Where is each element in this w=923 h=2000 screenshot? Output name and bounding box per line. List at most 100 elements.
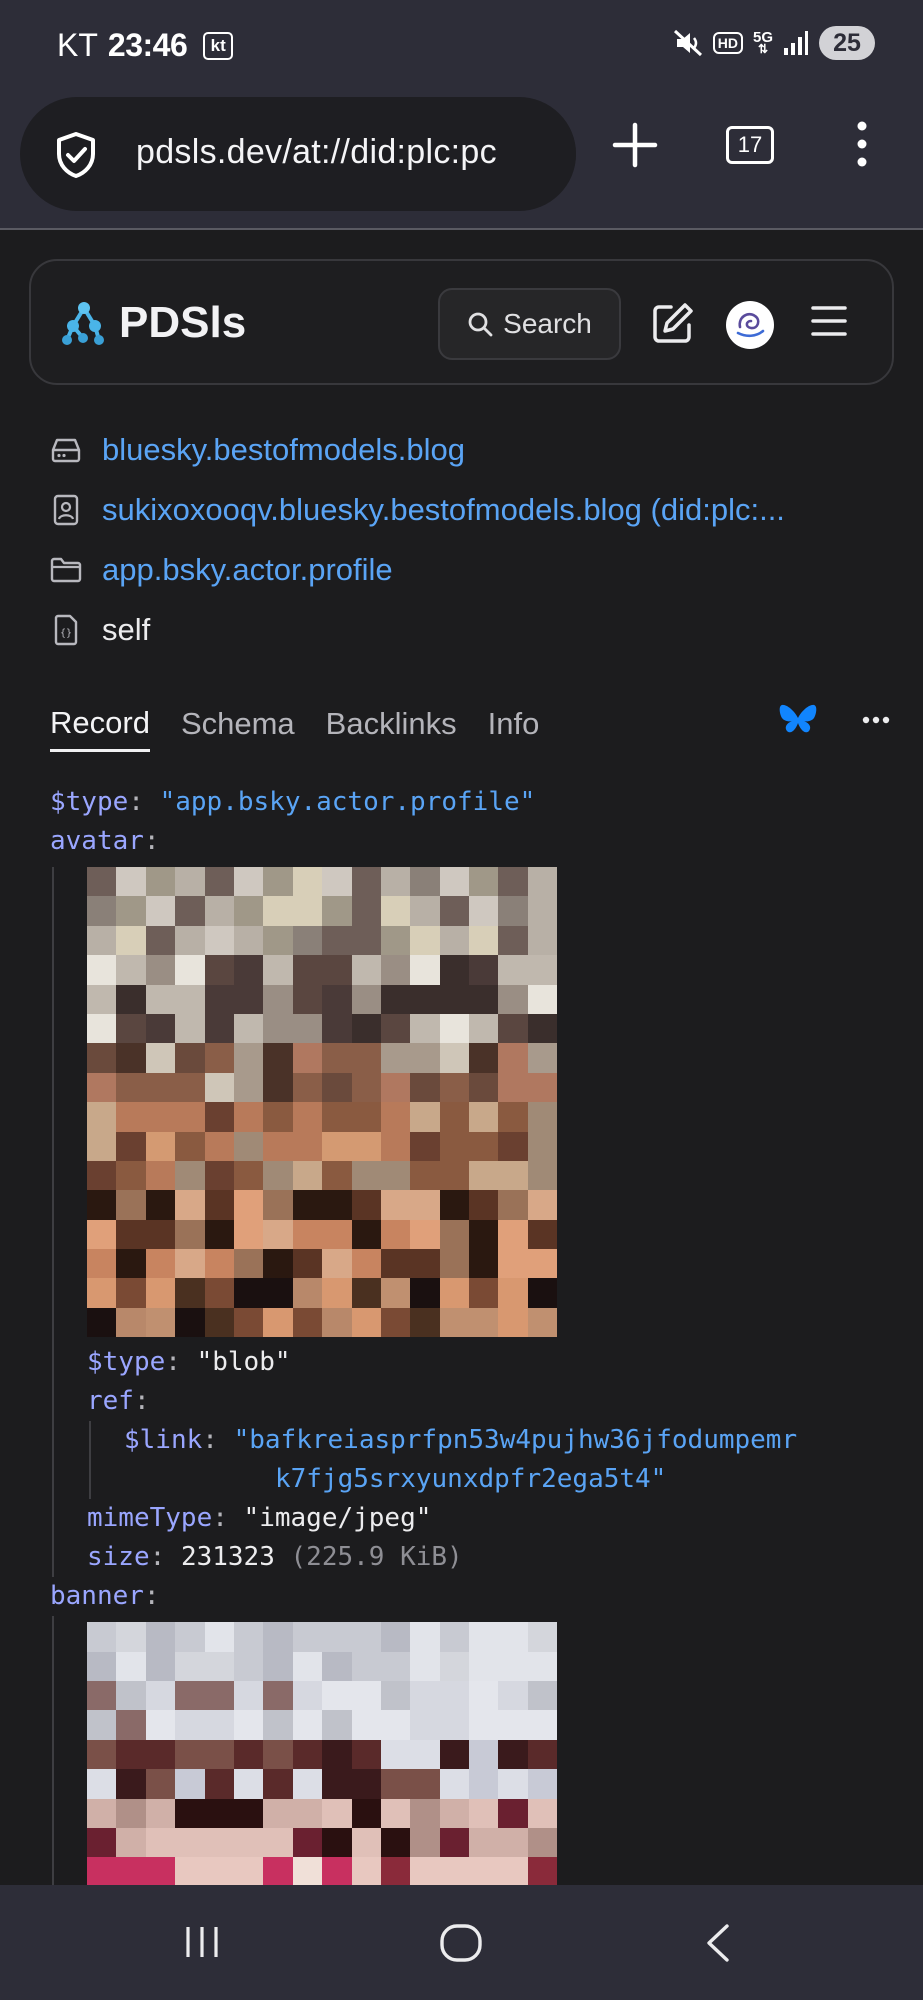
image-mosaic-cell — [116, 1249, 146, 1279]
more-options-icon[interactable] — [862, 716, 890, 724]
image-mosaic-cell — [175, 1827, 205, 1858]
shield-icon[interactable] — [54, 131, 98, 179]
image-mosaic-cell — [439, 1739, 470, 1770]
signal-icon — [784, 31, 808, 55]
image-mosaic-cell — [116, 1827, 146, 1858]
account-avatar-icon — [736, 312, 765, 338]
image-mosaic-cell — [292, 1072, 323, 1103]
image-mosaic-cell — [175, 1857, 205, 1887]
back-icon[interactable] — [703, 1923, 733, 1963]
tab-switcher-button[interactable]: 17 — [726, 126, 774, 164]
image-mosaic-cell — [439, 1857, 470, 1887]
search-label: Search — [503, 308, 592, 339]
breadcrumb-collection[interactable]: app.bsky.actor.profile — [50, 540, 890, 600]
image-mosaic-cell — [204, 1160, 234, 1191]
home-icon[interactable] — [439, 1923, 483, 1963]
image-mosaic-cell — [380, 1102, 411, 1132]
image-mosaic-cell — [439, 1622, 470, 1652]
more-menu-icon[interactable] — [855, 120, 869, 168]
image-mosaic-cell — [410, 1160, 440, 1191]
blob-link[interactable]: "bafkreiasprfpn53w4pujhw36jfodumpemr — [234, 1425, 798, 1455]
json-line-link-cont: k7fjg5srxyunxdpfr2ega5t4" — [124, 1460, 890, 1499]
image-mosaic-cell — [439, 1102, 470, 1132]
blob-link-continued[interactable]: k7fjg5srxyunxdpfr2ega5t4" — [275, 1464, 666, 1494]
image-mosaic-cell — [410, 1219, 440, 1250]
banner-image[interactable] — [87, 1622, 558, 1897]
image-mosaic-cell — [263, 1857, 293, 1887]
address-bar[interactable]: pdsls.dev/at://did:plc:pc — [20, 97, 576, 211]
image-mosaic-cell — [351, 1072, 381, 1103]
json-key: banner — [50, 1581, 144, 1612]
image-mosaic-cell — [380, 955, 411, 985]
tab-record[interactable]: Record — [50, 696, 150, 752]
image-mosaic-cell — [116, 896, 146, 926]
image-mosaic-cell — [469, 1651, 499, 1682]
image-mosaic-cell — [469, 896, 499, 926]
account-avatar[interactable] — [726, 301, 774, 349]
image-mosaic-cell — [175, 1190, 205, 1220]
image-mosaic-cell — [292, 1190, 323, 1220]
tab-info[interactable]: Info — [488, 696, 540, 752]
image-mosaic-cell — [439, 1249, 470, 1279]
json-key: ref — [87, 1386, 134, 1417]
image-mosaic-cell — [233, 984, 264, 1014]
json-key: $link — [124, 1425, 203, 1456]
json-file-icon: {} — [54, 614, 78, 646]
image-mosaic-cell — [351, 1043, 381, 1073]
image-mosaic-cell — [263, 1072, 293, 1103]
browser-toolbar: pdsls.dev/at://did:plc:pc 17 — [0, 92, 923, 230]
image-mosaic-cell — [380, 1798, 411, 1828]
atproto-logo-icon — [62, 302, 104, 345]
search-button[interactable]: Search — [438, 288, 621, 360]
url-text[interactable]: pdsls.dev/at://did:plc:pc — [136, 133, 497, 172]
breadcrumb-pds-label[interactable]: bluesky.bestofmodels.blog — [102, 432, 465, 468]
image-mosaic-cell — [175, 1072, 205, 1103]
image-mosaic-cell — [469, 1131, 499, 1161]
image-mosaic-cell — [116, 1739, 146, 1770]
image-mosaic-cell — [204, 1710, 234, 1740]
image-mosaic-cell — [116, 1013, 146, 1044]
image-mosaic-cell — [263, 1622, 293, 1652]
compose-icon[interactable] — [651, 301, 695, 345]
hamburger-menu-icon[interactable] — [811, 305, 847, 337]
image-mosaic-cell — [351, 925, 381, 956]
image-mosaic-cell — [263, 896, 293, 926]
breadcrumb-repo[interactable]: sukixoxooqv.bluesky.bestofmodels.blog (d… — [50, 480, 890, 540]
image-mosaic-cell — [527, 1219, 558, 1250]
image-mosaic-cell — [204, 1769, 234, 1799]
image-mosaic-cell — [351, 1190, 381, 1220]
image-mosaic-cell — [469, 1013, 499, 1044]
image-mosaic-cell — [498, 1739, 528, 1770]
app-logo[interactable]: PDSls — [61, 298, 246, 348]
new-tab-icon[interactable] — [612, 122, 658, 168]
bluesky-butterfly-icon[interactable] — [778, 702, 818, 738]
tab-backlinks[interactable]: Backlinks — [326, 696, 457, 752]
image-mosaic-cell — [469, 1278, 499, 1308]
image-mosaic-cell — [87, 1710, 117, 1740]
recent-apps-icon[interactable] — [182, 1923, 222, 1961]
image-mosaic-cell — [233, 1102, 264, 1132]
image-mosaic-cell — [263, 1190, 293, 1220]
data-arrows-icon: ⇅ — [757, 42, 769, 57]
image-mosaic-cell — [322, 1681, 352, 1711]
json-line-avatar: avatar: — [50, 826, 160, 856]
image-mosaic-cell — [292, 867, 323, 897]
image-mosaic-cell — [175, 1307, 205, 1338]
image-mosaic-cell — [351, 1307, 381, 1338]
image-mosaic-cell — [380, 1160, 411, 1191]
image-mosaic-cell — [380, 1043, 411, 1073]
image-mosaic-cell — [145, 1102, 176, 1132]
breadcrumb-collection-label[interactable]: app.bsky.actor.profile — [102, 552, 393, 588]
breadcrumb-pds[interactable]: bluesky.bestofmodels.blog — [50, 420, 890, 480]
image-mosaic-cell — [322, 1710, 352, 1740]
search-icon — [468, 312, 493, 337]
breadcrumb-repo-label[interactable]: sukixoxooqv.bluesky.bestofmodels.blog (d… — [102, 492, 785, 528]
image-mosaic-cell — [380, 1710, 411, 1740]
image-mosaic-cell — [439, 1013, 470, 1044]
image-mosaic-cell — [204, 1102, 234, 1132]
image-mosaic-cell — [498, 1102, 528, 1132]
tab-schema[interactable]: Schema — [181, 696, 295, 752]
image-mosaic-cell — [527, 1681, 558, 1711]
image-mosaic-cell — [263, 1043, 293, 1073]
avatar-image[interactable] — [87, 867, 558, 1338]
